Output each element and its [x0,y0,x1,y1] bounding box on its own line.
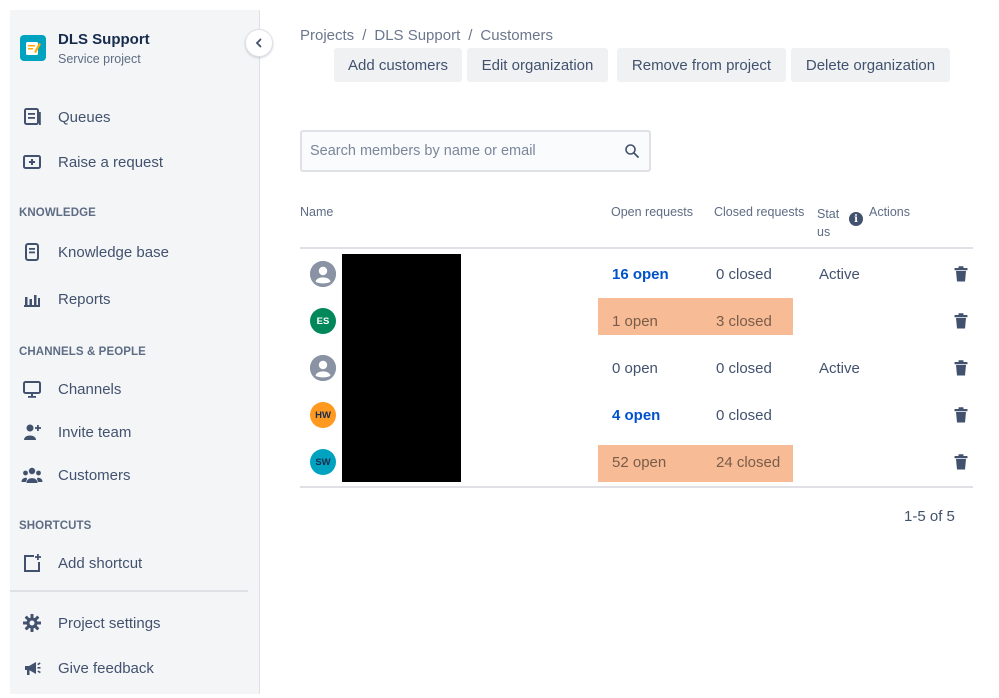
sidebar-item-knowledge-base[interactable]: Knowledge base [20,240,169,264]
sidebar-item-queues[interactable]: Queues [20,105,111,129]
add-shortcut-icon [20,551,44,575]
redacted-names [342,254,461,482]
closed-requests: 3 closed [716,313,772,330]
column-header-name[interactable]: Name [300,205,333,219]
collapse-sidebar-button[interactable] [245,29,273,57]
status-text: Active [819,266,860,283]
sidebar-item-label: Customers [58,466,131,484]
closed-requests: 0 closed [716,266,772,283]
sidebar-item-label: Queues [58,108,111,126]
chevron-left-icon [255,38,262,48]
sidebar-item-label: Give feedback [58,659,154,677]
project-name: DLS Support [58,31,150,48]
reports-icon [20,287,44,311]
avatar: HW [310,402,336,428]
breadcrumb-separator: / [468,27,473,44]
project-icon [26,42,41,55]
search-input[interactable] [310,143,623,159]
sidebar-item-label: Knowledge base [58,243,169,261]
table-bottom-divider [300,486,973,488]
default-user-icon [310,261,336,287]
sidebar-separator [10,590,248,592]
default-user-icon [310,355,336,381]
column-header-status-line1: Stat [817,207,840,221]
monitor-icon [20,377,44,401]
open-requests-link[interactable]: 4 open [612,392,660,439]
edit-organization-button[interactable]: Edit organization [467,48,608,82]
column-header-status-line2: us [817,225,831,239]
column-header-open-requests[interactable]: Open requests [611,205,693,219]
sidebar-item-give-feedback[interactable]: Give feedback [20,656,154,680]
sidebar-item-label: Raise a request [58,153,164,171]
sidebar-item-invite-team[interactable]: Invite team [20,420,131,444]
megaphone-icon [20,656,44,680]
open-requests: 0 open [612,360,658,377]
column-header-status[interactable]: Stat us [817,205,839,241]
sidebar-item-reports[interactable]: Reports [20,287,111,311]
breadcrumb-customers[interactable]: Customers [480,27,553,44]
sidebar-item-label: Add shortcut [58,554,143,572]
info-icon[interactable]: i [849,212,863,226]
avatar: ES [310,308,336,334]
add-request-icon [20,150,44,174]
trash-icon[interactable] [953,454,969,470]
breadcrumb-dls-support[interactable]: DLS Support [374,27,460,44]
section-shortcuts: SHORTCUTS [19,520,92,532]
breadcrumb: Projects / DLS Support / Customers [300,27,553,44]
table-header-divider [300,247,973,249]
project-type: Service project [58,52,141,66]
sidebar-item-label: Invite team [58,423,132,441]
sidebar-item-label: Channels [58,380,122,398]
add-customers-button[interactable]: Add customers [334,48,462,82]
delete-organization-button[interactable]: Delete organization [791,48,950,82]
trash-icon[interactable] [953,266,969,282]
remove-from-project-button[interactable]: Remove from project [617,48,786,82]
search-box [300,130,651,172]
add-person-icon [20,420,44,444]
sidebar-divider [259,10,260,694]
closed-requests: 24 closed [716,454,781,471]
sidebar-item-raise-request[interactable]: Raise a request [20,150,163,174]
breadcrumb-separator: / [362,27,367,44]
sidebar-item-project-settings[interactable]: Project settings [20,611,161,635]
section-channels-people: CHANNELS & PEOPLE [19,346,146,358]
sidebar-item-label: Project settings [58,614,161,632]
status-text: Active [819,360,860,377]
sidebar-item-channels[interactable]: Channels [20,377,121,401]
sidebar-item-add-shortcut[interactable]: Add shortcut [20,551,142,575]
queues-icon [20,105,44,129]
closed-requests: 0 closed [716,407,772,424]
gear-icon [20,611,44,635]
column-header-actions: Actions [869,205,910,219]
project-header[interactable]: DLS Support Service project [20,30,150,66]
project-avatar [20,35,46,61]
sidebar-item-label: Reports [58,290,111,308]
column-header-closed-requests[interactable]: Closed requests [714,205,804,219]
open-requests: 52 open [612,454,667,471]
avatar: SW [310,449,336,475]
trash-icon[interactable] [953,313,969,329]
breadcrumb-projects[interactable]: Projects [300,27,354,44]
trash-icon[interactable] [953,407,969,423]
open-requests-link[interactable]: 16 open [612,251,669,298]
closed-requests: 0 closed [716,360,772,377]
search-icon[interactable] [623,142,641,160]
sidebar-item-customers[interactable]: Customers [20,463,131,487]
knowledge-base-icon [20,240,44,264]
people-group-icon [20,463,44,487]
trash-icon[interactable] [953,360,969,376]
section-knowledge: KNOWLEDGE [19,207,96,219]
open-requests: 1 open [612,313,658,330]
pagination-text: 1-5 of 5 [904,508,955,525]
